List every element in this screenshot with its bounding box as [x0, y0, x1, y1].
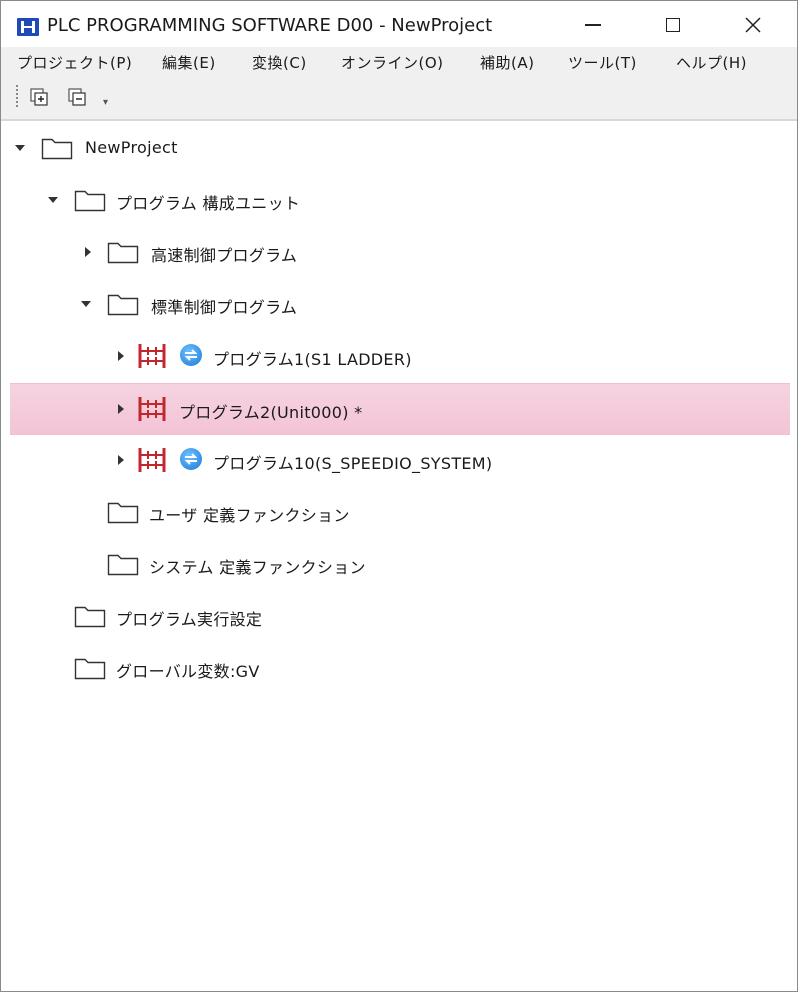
tree-item-label: プログラム実行設定 — [116, 610, 263, 629]
expand-arrow-icon[interactable] — [48, 197, 58, 203]
tree-item-execution-settings[interactable]: プログラム実行設定 — [10, 591, 790, 641]
expand-arrow-icon[interactable] — [81, 301, 91, 307]
toolbar: ▾ — [1, 77, 797, 121]
app-window: PLC PROGRAMMING SOFTWARE D00 - NewProjec… — [0, 0, 798, 992]
menu-assist[interactable]: 補助(A) — [480, 52, 534, 73]
folder-icon — [107, 294, 139, 316]
tree-item-standard-control[interactable]: 標準制御プログラム — [10, 279, 790, 329]
folder-icon — [74, 658, 106, 680]
tree-item-global-variables[interactable]: グローバル変数:GV — [10, 643, 790, 693]
folder-icon — [107, 502, 139, 524]
minimize-button[interactable] — [563, 7, 623, 43]
tree-item-label: システム 定義ファンクション — [149, 558, 366, 577]
ladder-program-icon — [138, 448, 166, 472]
collapse-arrow-icon[interactable] — [85, 247, 91, 257]
tree-item-label: NewProject — [85, 138, 178, 157]
close-icon — [745, 17, 761, 33]
tree-item-user-functions[interactable]: ユーザ 定義ファンクション — [10, 487, 790, 537]
tree-item-program2[interactable]: プログラム2(Unit000) * — [10, 383, 790, 435]
tree-item-label: プログラム1(S1 LADDER) — [213, 350, 412, 369]
toolbar-grip[interactable] — [16, 85, 18, 109]
tree-item-label: ユーザ 定義ファンクション — [149, 506, 350, 525]
window-title: PLC PROGRAMMING SOFTWARE D00 - NewProjec… — [47, 15, 493, 36]
tree-item-newproject[interactable]: NewProject — [10, 123, 790, 173]
menu-project[interactable]: プロジェクト(P) — [17, 52, 132, 73]
tree-item-program1[interactable]: プログラム1(S1 LADDER) — [10, 331, 790, 381]
menu-edit[interactable]: 編集(E) — [162, 52, 216, 73]
app-icon — [17, 18, 39, 36]
folder-icon — [107, 554, 139, 576]
title-bar[interactable]: PLC PROGRAMMING SOFTWARE D00 - NewProjec… — [1, 1, 797, 47]
collapse-arrow-icon[interactable] — [118, 351, 124, 361]
maximize-button[interactable] — [643, 7, 703, 43]
toolbar-overflow-button[interactable]: ▾ — [103, 97, 108, 108]
folder-icon — [74, 190, 106, 212]
tree-item-program-units[interactable]: プログラム 構成ユニット — [10, 175, 790, 225]
tree-item-label: 標準制御プログラム — [151, 298, 298, 317]
expand-arrow-icon[interactable] — [15, 145, 25, 151]
tree-item-label: プログラム10(S_SPEEDIO_SYSTEM) — [213, 454, 493, 473]
tree-item-highspeed-control[interactable]: 高速制御プログラム — [10, 227, 790, 277]
minimize-icon — [585, 24, 601, 26]
menu-online[interactable]: オンライン(O) — [341, 52, 444, 73]
linked-program-icon — [180, 344, 202, 366]
folder-icon — [74, 606, 106, 628]
folder-icon — [41, 138, 73, 160]
collapse-arrow-icon[interactable] — [118, 404, 124, 414]
menu-bar: プロジェクト(P) 編集(E) 変換(C) オンライン(O) 補助(A) ツール… — [1, 47, 797, 77]
collapse-arrow-icon[interactable] — [118, 455, 124, 465]
ladder-program-icon — [138, 397, 166, 421]
tree-item-system-functions[interactable]: システム 定義ファンクション — [10, 539, 790, 589]
collapse-all-icon — [68, 88, 86, 106]
ladder-program-icon — [138, 344, 166, 368]
close-button[interactable] — [723, 7, 783, 43]
folder-icon — [107, 242, 139, 264]
collapse-all-button[interactable] — [67, 87, 89, 107]
menu-convert[interactable]: 変換(C) — [252, 52, 307, 73]
tree-item-label: グローバル変数:GV — [116, 662, 260, 681]
tree-item-label: プログラム 構成ユニット — [116, 194, 301, 213]
linked-program-icon — [180, 448, 202, 470]
menu-tools[interactable]: ツール(T) — [568, 52, 637, 73]
expand-all-button[interactable] — [29, 87, 51, 107]
tree-item-label: 高速制御プログラム — [151, 246, 298, 265]
tree-item-label: プログラム2(Unit000) * — [179, 403, 363, 422]
maximize-icon — [666, 18, 680, 32]
tree-item-program10[interactable]: プログラム10(S_SPEEDIO_SYSTEM) — [10, 435, 790, 485]
menu-help[interactable]: ヘルプ(H) — [676, 52, 747, 73]
project-tree: NewProject プログラム 構成ユニット 高速制御プログラム 標準制御プロ… — [1, 121, 797, 991]
expand-all-icon — [30, 88, 48, 106]
